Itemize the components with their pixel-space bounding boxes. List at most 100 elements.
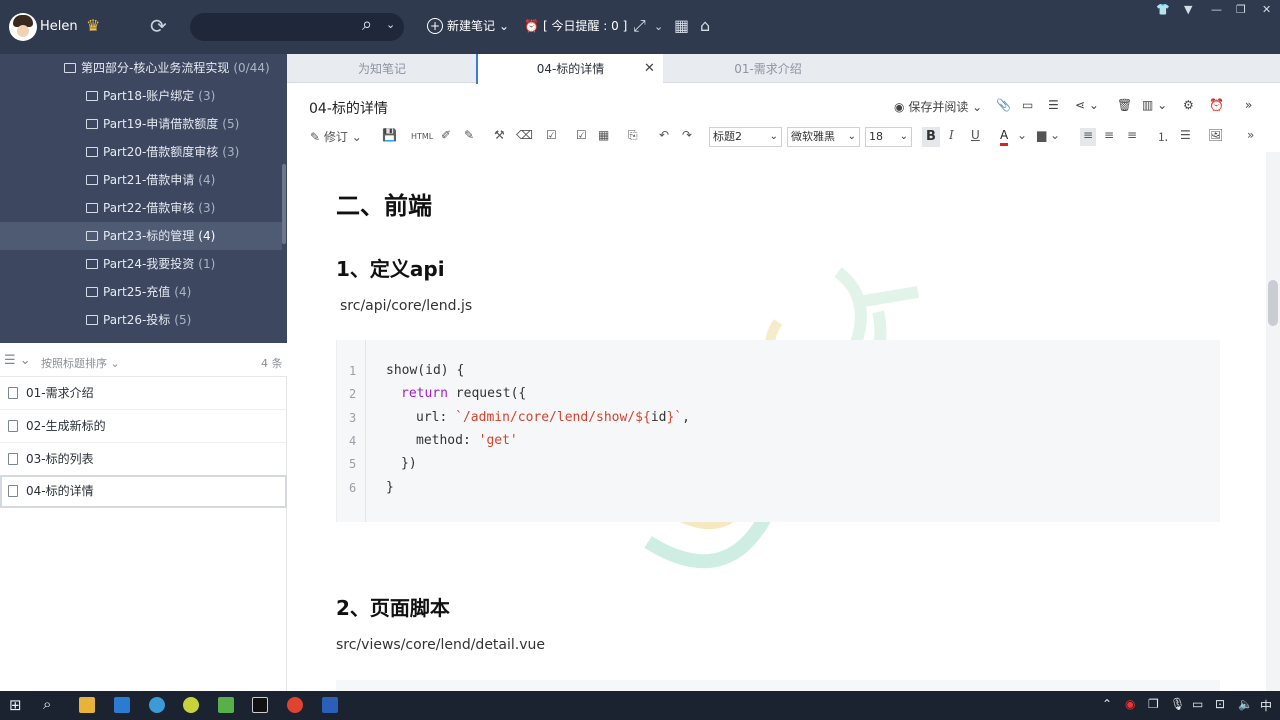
format-painter-icon[interactable]: ⚒ <box>494 128 505 146</box>
editor-scrollbar[interactable] <box>1266 152 1280 691</box>
expand-icon[interactable]: ⤢ <box>633 16 646 36</box>
list-item[interactable]: 01-需求介绍 <box>0 377 287 410</box>
tree-item-part21[interactable]: Part21-借款申请 (4) <box>86 166 215 194</box>
bullet-list-icon[interactable]: ☰ <box>1180 128 1191 146</box>
new-note-button[interactable]: + 新建笔记 ⌄ <box>427 17 509 34</box>
tree-item-part26[interactable]: Part26-投标 (5) <box>86 306 191 334</box>
heading-select[interactable]: 标题2 ⌄ <box>709 127 782 147</box>
chevron-down-icon[interactable]: ⌄ <box>654 20 663 33</box>
background-color-icon[interactable]: ▆ ⌄ <box>1037 128 1060 146</box>
share-icon[interactable]: ⋖ ⌄ <box>1075 98 1099 112</box>
menu-icon[interactable]: ▼ <box>1184 3 1192 16</box>
tree-item-part24[interactable]: Part24-我要投资 (1) <box>86 250 215 278</box>
comment-icon[interactable]: ▭ <box>1022 98 1033 112</box>
list-item[interactable]: 03-标的列表 <box>0 443 287 476</box>
insert-file-icon[interactable]: ⎘ <box>628 128 638 146</box>
code-block[interactable] <box>336 680 1220 691</box>
tab-wiznote[interactable]: 为知笔记 <box>287 54 477 83</box>
browser-icon[interactable] <box>149 697 165 713</box>
table-icon[interactable]: ▦ <box>598 128 609 146</box>
scrollbar-thumb[interactable] <box>1268 280 1278 326</box>
reminder-button[interactable]: ⏰ [ 今日提醒 : 0 ] <box>524 17 627 34</box>
chevron-up-icon[interactable]: ⌃ <box>1102 697 1112 711</box>
font-select[interactable]: 微软雅黑 ⌄ <box>787 127 860 147</box>
grid-icon[interactable]: ▦ <box>674 16 689 35</box>
username[interactable]: Helen <box>40 19 78 34</box>
tree-item-part22[interactable]: Part22-借款审核 (3) <box>86 194 215 222</box>
settings-icon[interactable]: ⚙ <box>1183 98 1194 112</box>
history-icon[interactable]: ☰ <box>1048 98 1059 112</box>
restore-icon[interactable]: ❐ <box>1236 3 1246 16</box>
underline-button[interactable]: U <box>971 128 980 146</box>
tree-scrollbar[interactable] <box>282 164 286 244</box>
close-icon[interactable]: ✕ <box>644 61 655 76</box>
code-block[interactable]: 1 2 3 4 5 6 show(id) { return request({ … <box>336 340 1220 522</box>
volume-icon[interactable]: 🔈 <box>1238 697 1253 711</box>
tree-item-parent[interactable]: 第四部分-核心业务流程实现 (0/44) <box>64 54 270 82</box>
skin-icon[interactable]: 👕 <box>1156 3 1170 16</box>
font-color-icon[interactable]: A <box>1000 128 1009 146</box>
search-icon[interactable]: ⌕ <box>43 695 51 713</box>
avatar[interactable] <box>9 13 37 41</box>
checkbox-icon[interactable]: ☑ <box>576 128 587 146</box>
tray-app-icon[interactable]: ❐ <box>1148 697 1159 711</box>
save-read-button[interactable]: ◉ 保存并阅读 ⌄ <box>894 98 982 115</box>
eraser-icon[interactable]: ⌫ <box>516 128 533 146</box>
attachment-icon[interactable]: 📎 <box>996 98 1011 112</box>
minimize-icon[interactable]: — <box>1211 3 1222 16</box>
chrome-icon[interactable] <box>287 697 303 713</box>
battery-icon[interactable]: ▭ <box>1192 697 1203 711</box>
more-icon[interactable]: » <box>1245 98 1252 112</box>
word-icon[interactable] <box>322 697 338 713</box>
align-left-icon[interactable]: ≡ <box>1080 128 1097 146</box>
html-icon[interactable]: HTML <box>411 132 433 150</box>
delete-icon[interactable]: 🗑 <box>1117 98 1132 112</box>
checklist-icon[interactable]: ☑ <box>546 128 557 146</box>
pen-icon[interactable]: ✐ <box>441 128 451 146</box>
align-center-icon[interactable]: ≡ <box>1104 128 1114 146</box>
undo-icon[interactable]: ↶ <box>659 128 669 146</box>
size-select[interactable]: 18 ⌄ <box>865 127 912 147</box>
more-icon[interactable]: » <box>1247 128 1254 146</box>
tree-item-part19[interactable]: Part19-申请借款额度 (5) <box>86 110 239 138</box>
alarm-icon[interactable]: ⏰ <box>1209 98 1224 112</box>
highlighter-icon[interactable]: ✎ <box>464 128 474 146</box>
list-menu-icon[interactable]: ☰ ⌄ <box>4 353 31 368</box>
list-item[interactable]: 02-生成新标的 <box>0 410 287 443</box>
redo-icon[interactable]: ↷ <box>682 128 692 146</box>
chevron-down-icon[interactable]: ⌄ <box>386 18 395 31</box>
note-title[interactable]: 04-标的详情 <box>309 98 388 118</box>
save-icon[interactable]: 💾 <box>382 128 397 146</box>
tray-app-icon[interactable]: ◉ <box>1125 697 1135 711</box>
search-icon[interactable]: ⌕ <box>362 14 372 35</box>
ordered-list-icon[interactable]: ⒈ <box>1157 128 1169 146</box>
close-icon[interactable]: ✕ <box>1262 3 1271 16</box>
layout-icon[interactable]: ▥ ⌄ <box>1142 98 1167 112</box>
editor-content[interactable]: 二、前端 1、定义api src/api/core/lend.js 1 2 3 … <box>288 152 1266 691</box>
windows-start-icon[interactable]: ⊞ <box>9 696 22 714</box>
tree-item-part18[interactable]: Part18-账户绑定 (3) <box>86 82 215 110</box>
tree-item-part25[interactable]: Part25-充值 (4) <box>86 278 191 306</box>
tree-item-part23[interactable]: Part23-标的管理 (4) <box>0 222 282 250</box>
app-icon[interactable] <box>183 697 199 713</box>
microphone-icon[interactable]: 🎙 <box>1170 697 1185 711</box>
app-icon[interactable] <box>218 697 234 713</box>
image-icon[interactable]: 🖼 <box>1208 128 1223 146</box>
italic-button[interactable]: I <box>949 128 954 146</box>
revise-button[interactable]: ✎ 修订 ⌄ <box>310 128 362 146</box>
tab-requirements[interactable]: 01-需求介绍 <box>663 54 873 83</box>
tab-current-note[interactable]: 04-标的详情 <box>476 54 663 84</box>
align-right-icon[interactable]: ≡ <box>1127 128 1137 146</box>
sync-icon[interactable]: ⟳ <box>150 14 167 38</box>
sort-dropdown[interactable]: 按照标题排序 ⌄ <box>41 355 120 371</box>
file-explorer-icon[interactable] <box>79 697 95 713</box>
vscode-icon[interactable] <box>114 697 130 713</box>
chevron-down-icon[interactable]: ⌄ <box>1017 128 1027 146</box>
input-method-icon[interactable]: 中 <box>1260 697 1272 714</box>
bold-button[interactable]: B <box>922 127 940 147</box>
network-icon[interactable]: ⊡ <box>1215 697 1225 711</box>
list-item-selected[interactable]: 04-标的详情 <box>0 475 287 508</box>
tree-item-part20[interactable]: Part20-借款额度审核 (3) <box>86 138 239 166</box>
intellij-icon[interactable] <box>252 697 268 713</box>
home-icon[interactable]: ⌂ <box>700 16 710 35</box>
